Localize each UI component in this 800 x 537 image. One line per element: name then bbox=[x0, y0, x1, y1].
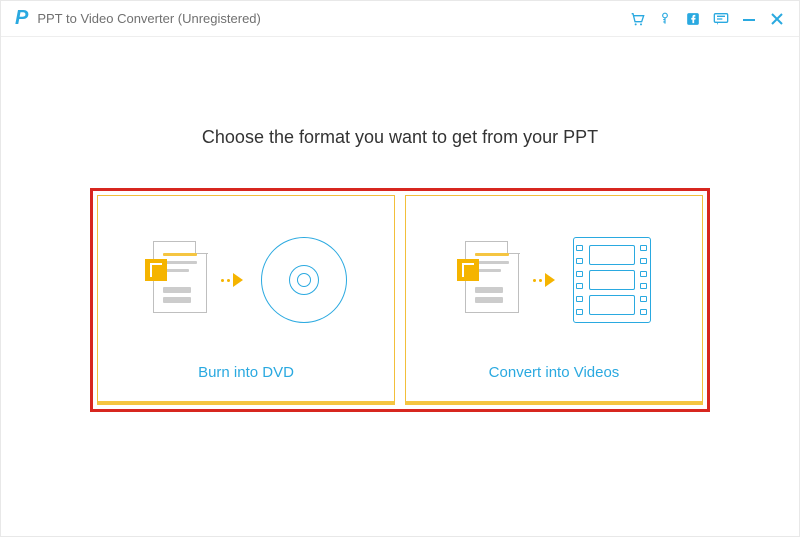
option-burn-dvd-label: Burn into DVD bbox=[198, 364, 294, 381]
option-convert-videos-label: Convert into Videos bbox=[489, 364, 620, 381]
feedback-icon[interactable] bbox=[709, 7, 733, 31]
app-title: PPT to Video Converter (Unregistered) bbox=[37, 11, 261, 26]
ppt-file-icon bbox=[457, 241, 519, 319]
option-convert-videos-graphic bbox=[406, 196, 702, 364]
facebook-icon[interactable] bbox=[681, 7, 705, 31]
main-content: Choose the format you want to get from y… bbox=[1, 37, 799, 536]
app-logo: P bbox=[15, 7, 27, 30]
minimize-button[interactable] bbox=[737, 7, 761, 31]
option-burn-dvd[interactable]: Burn into DVD bbox=[97, 195, 395, 405]
titlebar: P PPT to Video Converter (Unregistered) bbox=[1, 1, 799, 37]
app-window: P PPT to Video Converter (Unregistered) … bbox=[0, 0, 800, 537]
options-highlight-box: Burn into DVD bbox=[90, 188, 710, 412]
key-icon[interactable] bbox=[653, 7, 677, 31]
option-burn-dvd-graphic bbox=[98, 196, 394, 364]
option-convert-videos[interactable]: Convert into Videos bbox=[405, 195, 703, 405]
close-button[interactable] bbox=[765, 7, 789, 31]
video-film-icon bbox=[573, 237, 651, 323]
page-heading: Choose the format you want to get from y… bbox=[1, 127, 799, 148]
arrow-icon bbox=[221, 273, 247, 287]
cart-icon[interactable] bbox=[625, 7, 649, 31]
dvd-disc-icon bbox=[261, 237, 347, 323]
arrow-icon bbox=[533, 273, 559, 287]
ppt-file-icon bbox=[145, 241, 207, 319]
